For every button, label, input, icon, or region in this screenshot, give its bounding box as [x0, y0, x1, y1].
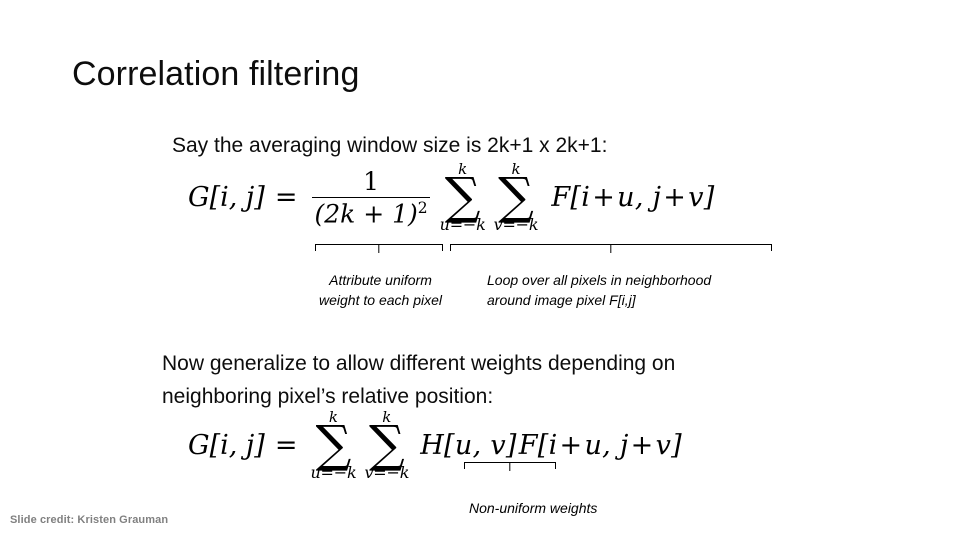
annotation-line: Attribute uniform — [329, 272, 432, 288]
formula1-summation-u: k ∑ u=−k — [440, 162, 486, 233]
slide-canvas: Correlation filtering Say the averaging … — [0, 0, 960, 540]
underbrace-loop-neighborhood — [450, 244, 772, 256]
annotation-loop-neighborhood: Loop over all pixels in neighborhood aro… — [487, 270, 711, 311]
sigma-icon: ∑ — [368, 415, 405, 473]
sum-lower-limit: v=−k — [493, 215, 539, 234]
formula1-denominator: (2k + 1)2 — [314, 199, 428, 229]
underbrace-nonuniform-weights — [464, 462, 556, 474]
formula2-summation-u: k ∑ u=−k — [310, 410, 356, 481]
generalize-line-2: neighboring pixel’s relative position: — [162, 384, 494, 408]
formula2-equals: = — [274, 430, 298, 461]
brace-right-cap-icon — [554, 462, 556, 469]
generalize-text: Now generalize to allow different weight… — [162, 348, 822, 413]
sigma-icon: ∑ — [498, 167, 534, 225]
intro-text: Say the averaging window size is 2k+1 x … — [172, 134, 608, 157]
annotation-line: Non-uniform weights — [469, 500, 598, 516]
formula2-lhs: G[i, j] — [188, 430, 265, 461]
annotation-line: around image pixel F[i,j] — [487, 292, 636, 309]
formula2-operand: F[i+u, j+v] — [518, 430, 682, 461]
formula1-equals: = — [274, 182, 298, 213]
sigma-icon: ∑ — [315, 415, 352, 473]
page-title: Correlation filtering — [72, 55, 360, 93]
sum-lower-limit: v=−k — [364, 463, 410, 482]
formula1-fraction: 1 (2k + 1)2 — [312, 166, 430, 229]
formula2-summation-v: k ∑ v=−k — [364, 410, 409, 481]
formula1-numerator: 1 — [363, 166, 379, 196]
brace-right-cap-icon — [441, 244, 443, 251]
formula-averaging: G[i, j] = 1 (2k + 1)2 k ∑ u=−k k ∑ v=−k … — [188, 162, 715, 233]
brace-right-cap-icon — [770, 244, 772, 251]
annotation-line: weight to each pixel — [319, 292, 442, 309]
brace-tick-icon — [610, 244, 612, 253]
formula2-kernel: H[u, v] — [420, 430, 517, 461]
formula1-operand: F[i+u, j+v] — [551, 182, 715, 213]
brace-tick-icon — [378, 244, 380, 253]
slide-credit: Slide credit: Kristen Grauman — [10, 514, 169, 526]
underbrace-uniform-weight — [315, 244, 443, 256]
formula-correlation: G[i, j] = k ∑ u=−k k ∑ v=−k H[u, v] F[i+… — [188, 410, 682, 481]
formula1-summation-v: k ∑ v=−k — [494, 162, 539, 233]
generalize-line-1: Now generalize to allow different weight… — [162, 352, 676, 375]
annotation-line: Loop over all pixels in neighborhood — [487, 272, 712, 288]
sum-lower-limit: u=−k — [310, 463, 357, 482]
brace-tick-icon — [509, 462, 511, 471]
sum-lower-limit: u=−k — [439, 215, 486, 234]
annotation-nonuniform-weights: Non-uniform weights — [469, 498, 597, 518]
annotation-uniform-weight: Attribute uniform weight to each pixel — [298, 270, 463, 311]
formula1-lhs: G[i, j] — [188, 182, 265, 213]
sigma-icon: ∑ — [444, 167, 481, 225]
